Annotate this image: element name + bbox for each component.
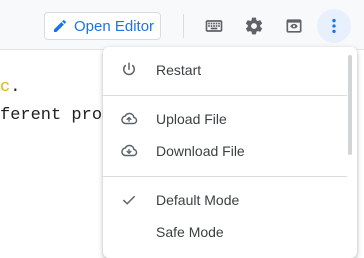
open-editor-button[interactable]: Open Editor: [44, 12, 161, 40]
keyboard-shortcuts-button[interactable]: [197, 9, 231, 43]
more-options-button[interactable]: [317, 9, 351, 43]
more-options-menu: Restart Upload File Download File Defaul…: [103, 47, 357, 258]
code-line-2: ferent pro: [0, 106, 103, 125]
menu-item-download-file[interactable]: Download File: [103, 135, 347, 167]
pencil-icon: [54, 19, 67, 32]
menu-item-restart-label: Restart: [156, 62, 202, 78]
preview-button[interactable]: [277, 9, 311, 43]
power-icon: [120, 61, 138, 79]
menu-item-upload-file[interactable]: Upload File: [103, 103, 347, 135]
menu-scrollbar[interactable]: [348, 55, 352, 155]
toolbar-divider: [183, 14, 184, 38]
menu-item-safe-mode-label: Safe Mode: [156, 224, 224, 240]
cloud-download-icon: [120, 142, 138, 160]
menu-item-download-file-label: Download File: [156, 143, 245, 159]
more-vertical-icon: [332, 18, 336, 34]
menu-item-restart[interactable]: Restart: [103, 54, 347, 86]
menu-item-default-mode-label: Default Mode: [156, 192, 240, 208]
checkmark-icon: [120, 191, 138, 209]
menu-item-default-mode[interactable]: Default Mode: [103, 184, 347, 216]
settings-button[interactable]: [237, 9, 271, 43]
menu-divider: [103, 176, 347, 177]
code-line-1-rest: .: [10, 78, 21, 97]
menu-divider: [103, 95, 347, 96]
code-editor-background: c. ferent pro: [0, 74, 102, 130]
menu-item-safe-mode[interactable]: Safe Mode: [103, 216, 347, 248]
gear-icon: [245, 17, 263, 35]
open-editor-label: Open Editor: [74, 17, 155, 35]
preview-window-icon: [286, 19, 302, 33]
top-toolbar: Open Editor: [0, 0, 364, 50]
code-line-1-char: c: [0, 78, 11, 97]
menu-item-upload-file-label: Upload File: [156, 111, 227, 127]
cloud-upload-icon: [120, 110, 138, 128]
keyboard-icon: [205, 20, 223, 32]
